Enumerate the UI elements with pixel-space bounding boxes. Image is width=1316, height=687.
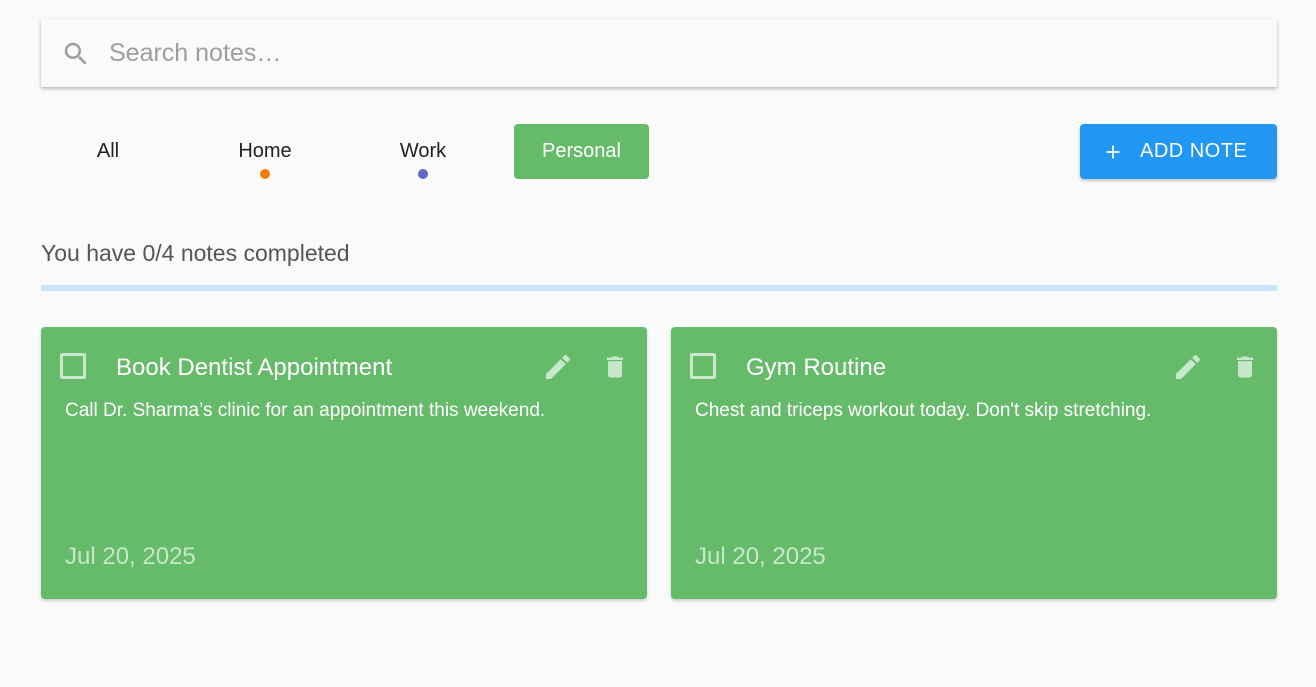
work-color-dot xyxy=(418,169,428,179)
note-body: Call Dr. Sharma’s clinic for an appointm… xyxy=(65,400,546,421)
tab-all[interactable]: All xyxy=(41,124,175,179)
search-icon xyxy=(64,42,87,65)
note-date: Jul 20, 2025 xyxy=(695,543,826,570)
home-color-dot xyxy=(260,169,270,179)
note-complete-checkbox[interactable] xyxy=(60,353,86,379)
trash-icon[interactable] xyxy=(1231,351,1259,383)
search-input[interactable] xyxy=(109,33,1249,73)
note-title: Gym Routine xyxy=(746,354,887,381)
plus-icon xyxy=(1106,145,1120,159)
tab-personal-label: Personal xyxy=(542,140,621,162)
add-note-button[interactable]: ADD NOTE xyxy=(1080,124,1277,179)
tab-home[interactable]: Home xyxy=(198,124,332,179)
tab-work[interactable]: Work xyxy=(356,124,490,179)
note-date: Jul 20, 2025 xyxy=(65,543,196,570)
tab-personal[interactable]: Personal xyxy=(514,124,649,179)
note-card: Gym Routine Chest and triceps workout to… xyxy=(671,327,1277,599)
note-body: Chest and triceps workout today. Don't s… xyxy=(695,400,1152,421)
note-complete-checkbox[interactable] xyxy=(690,353,716,379)
trash-icon[interactable] xyxy=(601,351,629,383)
note-card: Book Dentist Appointment Call Dr. Sharma… xyxy=(41,327,647,599)
note-title: Book Dentist Appointment xyxy=(116,354,393,381)
pencil-icon[interactable] xyxy=(542,351,574,383)
progress-bar xyxy=(41,285,1277,291)
progress-text: You have 0/4 notes completed xyxy=(41,240,350,266)
pencil-icon[interactable] xyxy=(1172,351,1204,383)
add-note-label: ADD NOTE xyxy=(1140,140,1248,162)
tab-all-label: All xyxy=(96,140,120,162)
search-bar xyxy=(41,19,1277,87)
